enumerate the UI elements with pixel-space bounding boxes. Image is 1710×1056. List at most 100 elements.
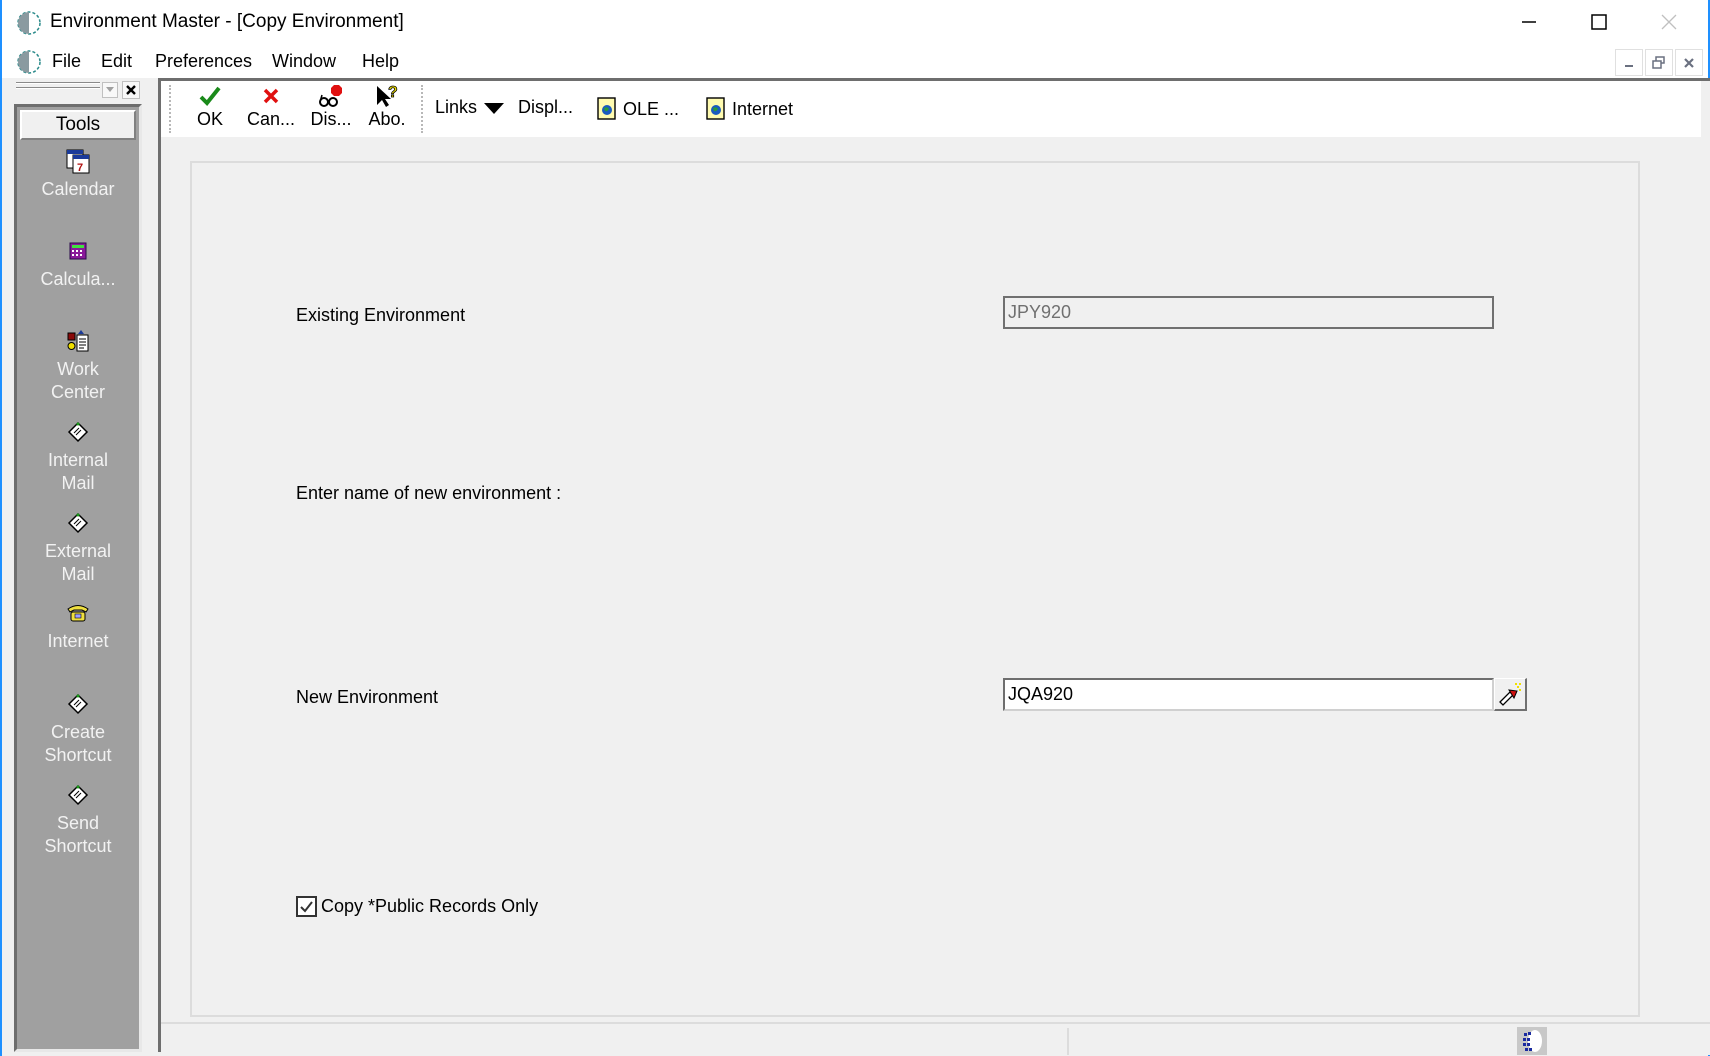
tool-label: External bbox=[44, 541, 112, 561]
maximize-icon bbox=[1591, 14, 1607, 30]
tool-label: Work bbox=[57, 359, 99, 379]
checkmark-icon bbox=[199, 86, 221, 106]
tool-label: Shortcut bbox=[44, 836, 112, 856]
ok-label: OK bbox=[196, 109, 223, 129]
menu-preferences[interactable]: Preferences bbox=[155, 51, 252, 72]
menu-help[interactable]: Help bbox=[362, 51, 399, 72]
about-label: Abo. bbox=[368, 109, 406, 129]
status-divider bbox=[1067, 1028, 1069, 1055]
mdi-close-button[interactable] bbox=[1675, 49, 1703, 76]
internet-label: Internet bbox=[732, 98, 794, 119]
work-center-icon bbox=[67, 330, 89, 352]
tool-label: Send bbox=[56, 813, 100, 833]
public-records-checkbox[interactable] bbox=[296, 896, 317, 917]
menu-window[interactable]: Window bbox=[272, 51, 336, 72]
svg-text:?: ? bbox=[388, 84, 398, 101]
window-maximize-button[interactable] bbox=[1564, 0, 1634, 44]
tool-calendar[interactable]: 7 Calendar bbox=[17, 148, 139, 201]
svg-text:7: 7 bbox=[77, 162, 83, 174]
restore-icon bbox=[1652, 55, 1665, 69]
document-globe-icon bbox=[706, 97, 725, 120]
close-icon bbox=[126, 85, 136, 95]
links-dropdown[interactable]: Links bbox=[435, 97, 505, 118]
dock-dropdown-button[interactable] bbox=[102, 82, 118, 98]
mail-icon bbox=[67, 421, 89, 443]
status-globe bbox=[1517, 1027, 1547, 1055]
links-label: Links bbox=[435, 97, 478, 117]
calculator-icon bbox=[69, 242, 87, 260]
tool-send-shortcut[interactable]: Send Shortcut bbox=[17, 782, 139, 858]
ole-link[interactable]: OLE ... bbox=[597, 97, 679, 121]
tool-label: Calendar bbox=[41, 179, 115, 199]
new-environment-label: New Environment bbox=[296, 687, 439, 707]
menu-file[interactable]: File bbox=[52, 51, 81, 72]
display-link-label: Displ... bbox=[518, 97, 574, 117]
existing-environment-label: Existing Environment bbox=[296, 305, 466, 325]
cancel-button[interactable]: Can... bbox=[243, 83, 299, 135]
display-label: Dis... bbox=[310, 109, 352, 129]
minimize-icon bbox=[1522, 21, 1536, 23]
tools-header[interactable]: Tools bbox=[20, 110, 136, 140]
tool-create-shortcut[interactable]: Create Shortcut bbox=[17, 691, 139, 767]
copy-environment-form: Existing Environment Enter name of new e… bbox=[190, 161, 1640, 1017]
tool-label: Calcula... bbox=[40, 269, 116, 289]
close-icon bbox=[1661, 14, 1677, 30]
ok-button[interactable]: OK bbox=[188, 83, 232, 135]
dock-grip-handle[interactable] bbox=[16, 82, 100, 96]
toolbar-separator bbox=[421, 85, 425, 133]
content-frame: OK Can... Dis... ? Abo. Links Displ... O… bbox=[158, 78, 1710, 1055]
chevron-down-icon bbox=[484, 102, 505, 114]
document-globe-icon bbox=[597, 97, 616, 120]
globe-app-icon bbox=[17, 11, 41, 35]
tool-label: Internet bbox=[47, 631, 109, 651]
toolbar-grip bbox=[169, 85, 173, 133]
globe-status-icon bbox=[1523, 1030, 1542, 1052]
tool-work-center[interactable]: Work Center bbox=[17, 328, 139, 404]
globe-menu-icon[interactable] bbox=[16, 49, 42, 75]
minimize-icon bbox=[1625, 64, 1633, 67]
mail-icon bbox=[67, 512, 89, 534]
new-environment-prompt: Enter name of new environment : bbox=[296, 483, 562, 503]
tool-label: Shortcut bbox=[44, 745, 112, 765]
mdi-minimize-button[interactable] bbox=[1615, 49, 1643, 76]
help-pointer-icon: ? bbox=[377, 84, 398, 107]
telephone-icon bbox=[67, 605, 89, 622]
tool-calculator[interactable]: Calcula... bbox=[17, 238, 139, 291]
display-link[interactable]: Displ... bbox=[518, 97, 573, 118]
dock-close-button[interactable] bbox=[122, 81, 140, 99]
flashlight-icon bbox=[1499, 683, 1521, 706]
tool-label: Create bbox=[50, 722, 106, 742]
cancel-label: Can... bbox=[246, 109, 296, 129]
window-title: Environment Master - [Copy Environment] bbox=[50, 11, 404, 32]
tool-label: Center bbox=[50, 382, 106, 402]
tool-external-mail[interactable]: External Mail bbox=[17, 510, 139, 586]
glasses-stop-icon bbox=[319, 85, 342, 107]
window-close-button[interactable] bbox=[1634, 0, 1704, 44]
tool-label: Mail bbox=[61, 473, 95, 493]
close-icon bbox=[1684, 57, 1694, 68]
mdi-restore-button[interactable] bbox=[1645, 49, 1673, 76]
title-bar: Environment Master - [Copy Environment] bbox=[2, 0, 1708, 44]
tool-internal-mail[interactable]: Internal Mail bbox=[17, 419, 139, 495]
checkmark-icon bbox=[300, 901, 313, 913]
tool-label: Mail bbox=[61, 564, 95, 584]
tool-internet[interactable]: Internet bbox=[17, 600, 139, 653]
existing-environment-field[interactable] bbox=[1003, 296, 1494, 329]
new-environment-field[interactable] bbox=[1003, 678, 1494, 711]
shortcut-icon bbox=[67, 693, 89, 715]
chevron-down-icon bbox=[106, 87, 114, 92]
menu-edit[interactable]: Edit bbox=[101, 51, 132, 72]
public-records-label[interactable]: Copy *Public Records Only bbox=[321, 896, 538, 917]
shortcut-icon bbox=[67, 784, 89, 806]
cancel-x-icon bbox=[263, 88, 279, 104]
display-errors-button[interactable]: Dis... bbox=[305, 83, 357, 135]
form-toolbar: OK Can... Dis... ? Abo. Links Displ... O… bbox=[161, 81, 1701, 137]
window-minimize-button[interactable] bbox=[1494, 0, 1564, 44]
about-button[interactable]: ? Abo. bbox=[364, 83, 410, 135]
internet-link[interactable]: Internet bbox=[706, 97, 793, 121]
menu-bar: File Edit Preferences Window Help bbox=[2, 44, 1708, 78]
visual-assist-button[interactable] bbox=[1494, 678, 1527, 711]
tool-label: Internal bbox=[47, 450, 109, 470]
ole-label: OLE ... bbox=[623, 98, 680, 119]
status-bar bbox=[161, 1022, 1710, 1055]
